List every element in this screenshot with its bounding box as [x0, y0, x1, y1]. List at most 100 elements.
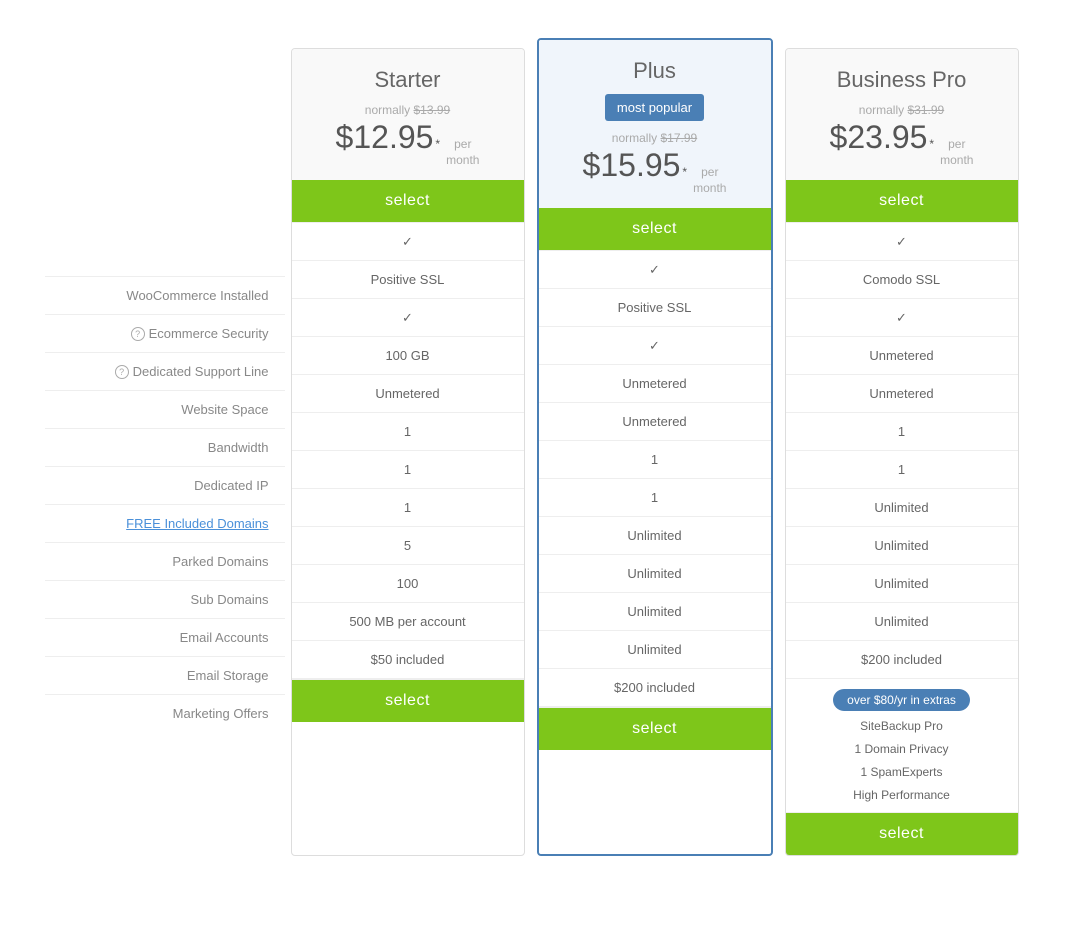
cell-plus-website_space: Unmetered [539, 364, 771, 402]
cell-business-pro-ecommerce_security: Comodo SSL [786, 260, 1018, 298]
extras-badge: over $80/yr in extras [833, 689, 970, 711]
label-row-10: Email Storage [45, 656, 285, 694]
label-spacer [45, 48, 285, 276]
price-business-pro: $23.95 [830, 119, 928, 156]
label-row-6[interactable]: FREE Included Domains [45, 504, 285, 542]
plan-name-starter: Starter [302, 67, 514, 93]
help-icon[interactable]: ? [131, 327, 145, 341]
label-row-7: Parked Domains [45, 542, 285, 580]
label-text-7: Parked Domains [172, 554, 268, 569]
label-text-10: Email Storage [187, 668, 269, 683]
cell-plus-ecommerce_security: Positive SSL [539, 288, 771, 326]
cell-plus-dedicated_ip: 1 [539, 440, 771, 478]
help-icon[interactable]: ? [115, 365, 129, 379]
plan-header-plus: Plus most popular normally $17.99 $15.95* pe… [539, 40, 771, 208]
cell-business-pro-dedicated_support: ✓ [786, 298, 1018, 336]
normally-text-business-pro: normally $31.99 [796, 103, 1008, 117]
plan-header-business-pro: Business Pro normally $31.99 $23.95* permon… [786, 49, 1018, 180]
label-row-4: Bandwidth [45, 428, 285, 466]
label-row-9: Email Accounts [45, 618, 285, 656]
cell-plus-included_domains: 1 [539, 478, 771, 516]
cell-starter-email_accounts: 100 [292, 564, 524, 602]
select-btn-top-business-pro[interactable]: select [786, 180, 1018, 222]
plan-name-business-pro: Business Pro [796, 67, 1008, 93]
label-text-3: Website Space [181, 402, 268, 417]
cell-plus-bandwidth: Unmetered [539, 402, 771, 440]
cell-starter-parked_domains: 1 [292, 488, 524, 526]
cell-starter-included_domains: 1 [292, 450, 524, 488]
cell-plus-dedicated_support: ✓ [539, 326, 771, 364]
plan-header-starter: Starter normally $13.99 $12.95* permonth [292, 49, 524, 180]
label-row-11: Marketing Offers [45, 694, 285, 732]
label-text-8: Sub Domains [190, 592, 268, 607]
plan-name-plus: Plus [549, 58, 761, 84]
label-row-1: ? Ecommerce Security [45, 314, 285, 352]
extras-item-3: High Performance [853, 784, 950, 807]
label-text-0: WooCommerce Installed [126, 288, 268, 303]
label-text-11: Marketing Offers [173, 706, 269, 721]
label-text-1: Ecommerce Security [149, 326, 269, 341]
cell-starter-bandwidth: Unmetered [292, 374, 524, 412]
plan-col-starter: Starter normally $13.99 $12.95* permonth sel… [291, 48, 525, 856]
most-popular-badge: most popular [605, 94, 704, 121]
select-btn-bottom-plus[interactable]: select [539, 707, 771, 750]
label-row-3: Website Space [45, 390, 285, 428]
cell-business-pro-email_accounts: Unlimited [786, 564, 1018, 602]
price-per-plus: permonth [693, 165, 726, 196]
cell-plus-sub_domains: Unlimited [539, 554, 771, 592]
price-row-plus: $15.95* permonth [549, 147, 761, 196]
price-row-starter: $12.95* permonth [302, 119, 514, 168]
cell-starter-dedicated_ip: 1 [292, 412, 524, 450]
cell-business-pro-included_domains: 1 [786, 450, 1018, 488]
extras-section-business-pro: over $80/yr in extrasSiteBackup Pro1 Dom… [786, 678, 1018, 812]
pricing-wrapper: WooCommerce Installed? Ecommerce Security… [45, 40, 1025, 856]
price-plus: $15.95 [583, 147, 681, 184]
select-btn-top-plus[interactable]: select [539, 208, 771, 250]
normally-text-starter: normally $13.99 [302, 103, 514, 117]
price-starter: $12.95 [336, 119, 434, 156]
select-btn-bottom-business-pro[interactable]: select [786, 812, 1018, 855]
select-btn-top-starter[interactable]: select [292, 180, 524, 222]
label-text-2: Dedicated Support Line [133, 364, 269, 379]
label-text-9: Email Accounts [180, 630, 269, 645]
extras-item-0: SiteBackup Pro [860, 715, 943, 738]
price-per-starter: permonth [446, 137, 479, 168]
cell-plus-marketing_offers: $200 included [539, 668, 771, 706]
plan-col-plus: Plus most popular normally $17.99 $15.95* pe… [537, 38, 773, 856]
cell-plus-email_accounts: Unlimited [539, 592, 771, 630]
label-row-8: Sub Domains [45, 580, 285, 618]
select-btn-bottom-starter[interactable]: select [292, 679, 524, 722]
cell-starter-website_space: 100 GB [292, 336, 524, 374]
cell-business-pro-woocommerce: ✓ [786, 222, 1018, 260]
labels-column: WooCommerce Installed? Ecommerce Security… [45, 48, 285, 856]
price-row-business-pro: $23.95* permonth [796, 119, 1008, 168]
table-container: WooCommerce Installed? Ecommerce Security… [45, 48, 1025, 856]
cell-plus-woocommerce: ✓ [539, 250, 771, 288]
extras-item-2: 1 SpamExperts [860, 761, 942, 784]
cell-starter-woocommerce: ✓ [292, 222, 524, 260]
label-row-0: WooCommerce Installed [45, 276, 285, 314]
label-text-5: Dedicated IP [194, 478, 268, 493]
cell-business-pro-website_space: Unmetered [786, 336, 1018, 374]
cell-business-pro-bandwidth: Unmetered [786, 374, 1018, 412]
cell-plus-parked_domains: Unlimited [539, 516, 771, 554]
normally-text-plus: normally $17.99 [549, 131, 761, 145]
label-text-6: FREE Included Domains [126, 516, 268, 531]
cell-business-pro-sub_domains: Unlimited [786, 526, 1018, 564]
cell-business-pro-parked_domains: Unlimited [786, 488, 1018, 526]
cell-starter-sub_domains: 5 [292, 526, 524, 564]
cell-starter-dedicated_support: ✓ [292, 298, 524, 336]
cell-starter-marketing_offers: $50 included [292, 640, 524, 678]
price-asterisk-starter: * [435, 137, 440, 151]
cell-starter-email_storage: 500 MB per account [292, 602, 524, 640]
plan-col-business-pro: Business Pro normally $31.99 $23.95* permon… [785, 48, 1019, 856]
price-per-business-pro: permonth [940, 137, 973, 168]
cell-starter-ecommerce_security: Positive SSL [292, 260, 524, 298]
cell-business-pro-email_storage: Unlimited [786, 602, 1018, 640]
label-row-5: Dedicated IP [45, 466, 285, 504]
price-asterisk-plus: * [682, 165, 687, 179]
price-asterisk-business-pro: * [929, 137, 934, 151]
label-row-2: ? Dedicated Support Line [45, 352, 285, 390]
cell-business-pro-dedicated_ip: 1 [786, 412, 1018, 450]
label-text-4: Bandwidth [208, 440, 269, 455]
